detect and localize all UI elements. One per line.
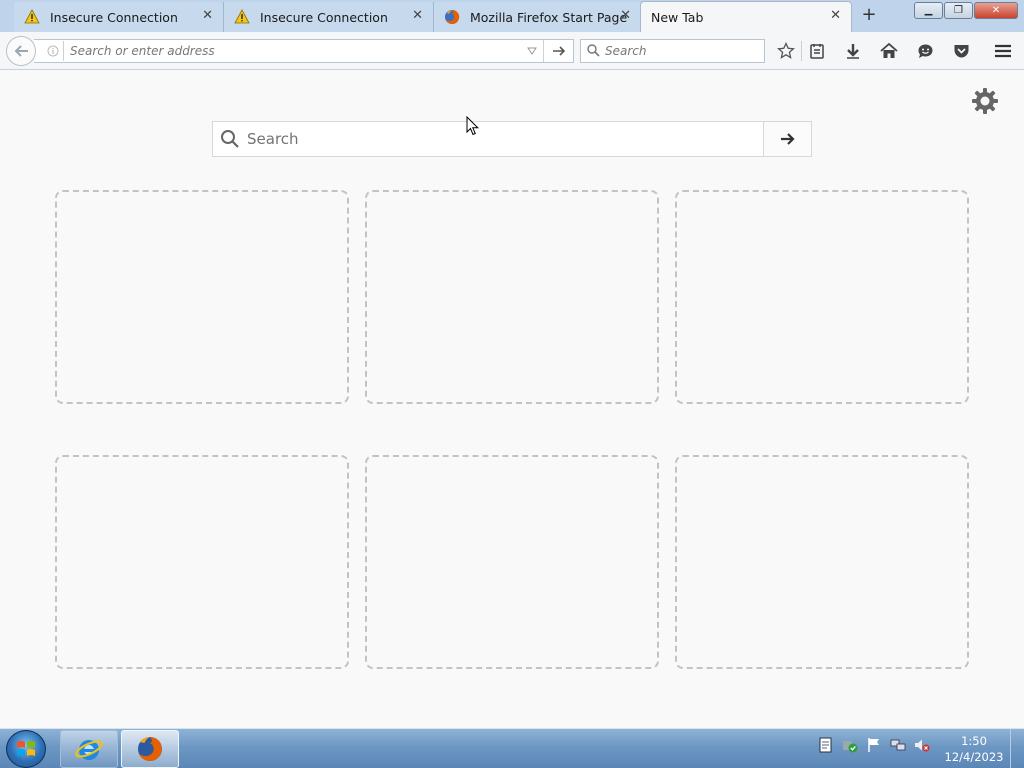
firefox-icon <box>444 9 460 25</box>
back-button[interactable] <box>6 36 36 66</box>
settings-gear-icon[interactable] <box>970 86 1000 116</box>
clock-time: 1:50 <box>961 734 987 748</box>
minimize-button[interactable]: ▁ <box>914 2 943 19</box>
taskbar-clock[interactable]: 1:50 12/4/2023 <box>940 733 1008 765</box>
url-bar[interactable] <box>34 39 574 63</box>
tab-label: Insecure Connection <box>50 9 178 25</box>
top-site-tile[interactable] <box>365 190 659 404</box>
show-desktop-button[interactable] <box>1010 729 1024 768</box>
tab-mozilla-firefox-start-page[interactable]: Mozilla Firefox Start Page ✕ <box>434 2 642 32</box>
downloads-icon[interactable] <box>842 40 864 62</box>
clock-date: 12/4/2023 <box>944 750 1004 764</box>
mouse-cursor-icon <box>466 115 480 136</box>
tab-label: Mozilla Firefox Start Page <box>470 9 628 25</box>
search-icon <box>213 122 247 156</box>
network-icon[interactable] <box>890 737 906 753</box>
hamburger-menu-icon[interactable] <box>992 40 1014 62</box>
bookmark-star-icon[interactable] <box>775 40 797 62</box>
back-arrow-icon <box>14 45 28 57</box>
firefox-icon <box>138 737 162 761</box>
tab-insecure-connection-2[interactable]: Insecure Connection ✕ <box>224 2 434 32</box>
top-site-tile[interactable] <box>365 455 659 669</box>
url-input[interactable] <box>64 41 521 61</box>
tab-close-icon[interactable]: ✕ <box>830 8 841 23</box>
new-tab-button[interactable]: + <box>858 4 880 26</box>
top-site-tile[interactable] <box>55 455 349 669</box>
search-bar[interactable] <box>580 39 765 63</box>
new-tab-page <box>0 71 1024 728</box>
security-shield-icon[interactable] <box>842 737 858 753</box>
tab-close-icon[interactable]: ✕ <box>412 8 423 23</box>
warning-icon <box>24 9 40 25</box>
volume-muted-icon[interactable] <box>914 737 930 753</box>
restore-button[interactable]: ❐ <box>944 2 973 19</box>
search-input[interactable] <box>600 44 764 58</box>
tab-close-icon[interactable]: ✕ <box>620 8 631 23</box>
windows-logo-icon <box>17 741 35 756</box>
tab-label: New Tab <box>651 9 704 25</box>
tab-new-tab[interactable]: New Tab ✕ <box>640 1 852 32</box>
search-submit-button[interactable] <box>763 122 811 156</box>
toolbar-separator <box>801 41 802 61</box>
tab-insecure-connection-1[interactable]: Insecure Connection ✕ <box>14 2 224 32</box>
notes-icon[interactable] <box>818 737 834 753</box>
tab-strip: Insecure Connection ✕ Insecure Connectio… <box>0 0 1024 32</box>
warning-icon <box>234 9 250 25</box>
search-icon <box>587 42 600 61</box>
close-window-button[interactable]: ✕ <box>974 2 1018 19</box>
hello-chat-icon[interactable] <box>914 40 936 62</box>
tab-close-icon[interactable]: ✕ <box>202 8 213 23</box>
newtab-search-input[interactable] <box>247 124 763 154</box>
internet-explorer-icon <box>75 740 103 760</box>
go-arrow-icon[interactable] <box>543 40 573 62</box>
top-site-tile[interactable] <box>675 455 969 669</box>
top-site-tile[interactable] <box>675 190 969 404</box>
site-info-icon[interactable] <box>42 41 64 61</box>
pocket-icon[interactable] <box>950 40 972 62</box>
bookmarks-menu-icon[interactable] <box>806 40 828 62</box>
system-tray <box>818 737 930 753</box>
top-site-tile[interactable] <box>55 190 349 404</box>
newtab-search-box[interactable] <box>212 121 812 157</box>
window-controls: ▁ ❐ ✕ <box>914 2 1018 19</box>
windows-taskbar: 1:50 12/4/2023 <box>0 728 1024 768</box>
navigation-toolbar <box>0 32 1024 70</box>
taskbar-internet-explorer[interactable] <box>60 730 118 768</box>
arrow-right-icon <box>780 133 795 145</box>
taskbar-firefox[interactable] <box>121 730 179 768</box>
url-dropdown-icon[interactable] <box>521 47 543 55</box>
tab-label: Insecure Connection <box>260 9 388 25</box>
start-button[interactable] <box>6 730 46 768</box>
home-icon[interactable] <box>878 40 900 62</box>
action-center-flag-icon[interactable] <box>866 737 882 753</box>
